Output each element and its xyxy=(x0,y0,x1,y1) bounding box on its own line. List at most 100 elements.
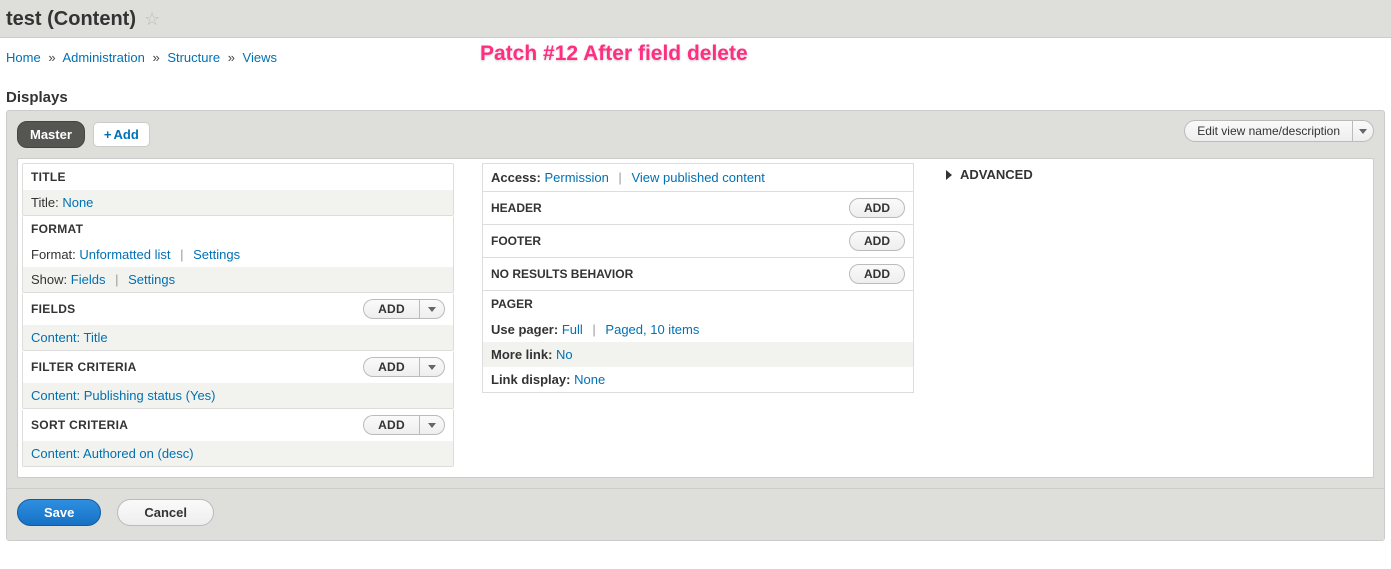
save-button[interactable]: Save xyxy=(17,499,101,526)
chevron-down-icon xyxy=(428,365,436,370)
page-title: test (Content) xyxy=(6,8,136,31)
breadcrumb-views[interactable]: Views xyxy=(243,50,277,65)
header-section: HEADER Add xyxy=(482,192,914,225)
advanced-toggle[interactable]: ADVANCED xyxy=(942,167,1369,182)
displays-tabs: Master +Add Edit view name/description xyxy=(7,111,1384,158)
pipe: | xyxy=(592,322,595,337)
tab-master[interactable]: Master xyxy=(17,121,85,148)
show-settings-link[interactable]: Settings xyxy=(128,272,175,287)
fields-bucket: FIELDS Add Content: Title xyxy=(22,293,454,351)
displays-panel: Master +Add Edit view name/description T… xyxy=(6,110,1385,541)
filter-bucket: FILTER CRITERIA Add Content: Publishing … xyxy=(22,351,454,409)
sort-authored-on[interactable]: Content: Authored on (desc) xyxy=(31,446,194,461)
breadcrumb-admin[interactable]: Administration xyxy=(62,50,144,65)
fields-row-1: Content: Title xyxy=(23,325,453,350)
edit-view-name-button[interactable]: Edit view name/description xyxy=(1184,120,1352,142)
noresults-section-label: NO RESULTS BEHAVIOR xyxy=(491,267,633,281)
breadcrumb-sep: » xyxy=(152,50,159,65)
sort-header: SORT CRITERIA Add xyxy=(23,409,453,441)
displays-heading: Displays xyxy=(6,89,1391,106)
star-icon[interactable]: ☆ xyxy=(144,9,160,30)
breadcrumb-sep: » xyxy=(228,50,235,65)
title-bucket: TITLE Title: None xyxy=(22,163,454,216)
noresults-add-group[interactable]: Add xyxy=(849,264,905,284)
advanced-label: ADVANCED xyxy=(960,167,1033,182)
pager-section: PAGER Use pager: Full | Paged, 10 items … xyxy=(482,291,914,393)
filter-add-group[interactable]: Add xyxy=(363,357,445,377)
title-header: TITLE xyxy=(23,164,453,190)
show-value-link[interactable]: Fields xyxy=(71,272,106,287)
format-bucket: FORMAT Format: Unformatted list | Settin… xyxy=(22,216,454,293)
fields-add-group[interactable]: Add xyxy=(363,299,445,319)
fields-header: FIELDS Add xyxy=(23,293,453,325)
noresults-section: NO RESULTS BEHAVIOR Add xyxy=(482,258,914,291)
use-pager-label: Use pager: xyxy=(491,322,558,337)
edit-view-dropdown-toggle[interactable] xyxy=(1352,120,1374,142)
header-add-button[interactable]: Add xyxy=(849,198,905,218)
pipe: | xyxy=(115,272,118,287)
format-row: Format: Unformatted list | Settings xyxy=(23,242,453,267)
fields-add-dropdown[interactable] xyxy=(419,299,445,319)
edit-view-dropdown[interactable]: Edit view name/description xyxy=(1184,120,1374,142)
access-label: Access: xyxy=(491,170,541,185)
column-left: TITLE Title: None FORMAT Format: Unforma… xyxy=(22,163,454,473)
pipe: | xyxy=(180,247,183,262)
access-detail-link[interactable]: View published content xyxy=(631,170,764,185)
breadcrumb-home[interactable]: Home xyxy=(6,50,41,65)
plus-icon: + xyxy=(104,127,112,142)
format-header: FORMAT xyxy=(23,216,453,242)
sort-bucket: SORT CRITERIA Add Content: Authored on (… xyxy=(22,409,454,467)
access-value-link[interactable]: Permission xyxy=(545,170,609,185)
pager-header-label: PAGER xyxy=(491,297,533,311)
filter-add-button[interactable]: Add xyxy=(363,357,419,377)
more-link-row: More link: No xyxy=(483,342,913,367)
annotation-text: Patch #12 After field delete xyxy=(480,42,748,66)
actions-bar: Save Cancel xyxy=(7,488,1384,540)
breadcrumb-sep: » xyxy=(48,50,55,65)
filter-add-dropdown[interactable] xyxy=(419,357,445,377)
column-mid: Access: Permission | View published cont… xyxy=(482,163,914,473)
add-display-button[interactable]: +Add xyxy=(93,122,150,147)
noresults-add-button[interactable]: Add xyxy=(849,264,905,284)
field-content-title[interactable]: Content: Title xyxy=(31,330,108,345)
use-pager-value-link[interactable]: Full xyxy=(562,322,583,337)
chevron-down-icon xyxy=(428,307,436,312)
filter-header-label: FILTER CRITERIA xyxy=(31,360,137,374)
footer-add-group[interactable]: Add xyxy=(849,231,905,251)
footer-section: FOOTER Add xyxy=(482,225,914,258)
link-display-label: Link display: xyxy=(491,372,570,387)
footer-section-label: FOOTER xyxy=(491,234,541,248)
sort-add-button[interactable]: Add xyxy=(363,415,419,435)
breadcrumb-structure[interactable]: Structure xyxy=(167,50,220,65)
format-settings-link[interactable]: Settings xyxy=(193,247,240,262)
link-display-row: Link display: None xyxy=(483,367,913,392)
link-display-value-link[interactable]: None xyxy=(574,372,605,387)
header-add-group[interactable]: Add xyxy=(849,198,905,218)
show-label: Show: xyxy=(31,272,67,287)
format-value-link[interactable]: Unformatted list xyxy=(79,247,170,262)
triangle-right-icon xyxy=(946,170,952,180)
use-pager-detail-link[interactable]: Paged, 10 items xyxy=(605,322,699,337)
sort-add-dropdown[interactable] xyxy=(419,415,445,435)
sort-header-label: SORT CRITERIA xyxy=(31,418,128,432)
more-link-label: More link: xyxy=(491,347,552,362)
show-row: Show: Fields | Settings xyxy=(23,267,453,292)
pipe: | xyxy=(618,170,621,185)
column-right: ADVANCED xyxy=(942,163,1369,473)
sort-row-1: Content: Authored on (desc) xyxy=(23,441,453,466)
chevron-down-icon xyxy=(1359,129,1367,134)
access-row: Access: Permission | View published cont… xyxy=(482,163,914,192)
title-value-link[interactable]: None xyxy=(62,195,93,210)
fields-add-button[interactable]: Add xyxy=(363,299,419,319)
view-edit-canvas: TITLE Title: None FORMAT Format: Unforma… xyxy=(17,158,1374,478)
filter-row-1: Content: Publishing status (Yes) xyxy=(23,383,453,408)
add-display-label: Add xyxy=(114,127,139,142)
title-row: Title: None xyxy=(23,190,453,215)
more-link-value-link[interactable]: No xyxy=(556,347,573,362)
filter-publishing-status[interactable]: Content: Publishing status (Yes) xyxy=(31,388,216,403)
cancel-button[interactable]: Cancel xyxy=(117,499,214,526)
sort-add-group[interactable]: Add xyxy=(363,415,445,435)
footer-add-button[interactable]: Add xyxy=(849,231,905,251)
title-label: Title: xyxy=(31,195,59,210)
fields-header-label: FIELDS xyxy=(31,302,75,316)
